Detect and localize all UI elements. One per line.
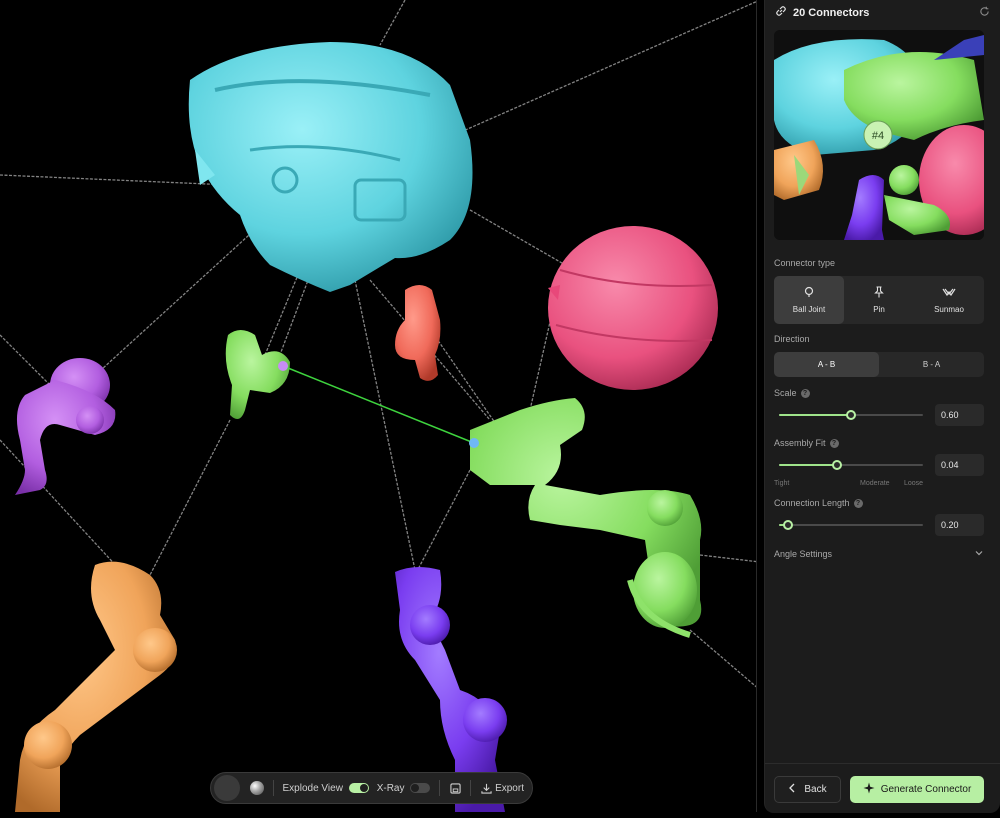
help-icon[interactable]: ? bbox=[853, 498, 863, 508]
assembly-fit-slider-fill bbox=[779, 464, 837, 466]
scale-slider-handle[interactable] bbox=[846, 410, 856, 420]
link-icon bbox=[775, 4, 787, 22]
panel-header: 20 Connectors bbox=[765, 0, 1000, 26]
help-icon[interactable]: ? bbox=[800, 388, 810, 398]
cyan-helmet-part[interactable] bbox=[188, 42, 473, 292]
angle-settings-row[interactable]: Angle Settings bbox=[774, 547, 984, 561]
direction-a-b-button[interactable]: A - B bbox=[774, 352, 879, 377]
connector-preview-image[interactable]: #4 bbox=[774, 30, 984, 240]
3d-viewport[interactable]: Explode View X-Ray Export bbox=[0, 0, 757, 812]
pin-label: Pin bbox=[873, 305, 885, 314]
pink-sphere-part[interactable] bbox=[548, 226, 718, 390]
connection-length-slider-handle[interactable] bbox=[782, 520, 793, 530]
assembly-fit-label: Assembly Fit ? bbox=[774, 438, 839, 448]
xray-toggle[interactable] bbox=[410, 783, 431, 793]
fit-tick-tight: Tight bbox=[774, 480, 790, 487]
connector-type-group: Ball Joint Pin Sunmao bbox=[774, 276, 984, 324]
direction-b-a-button[interactable]: B - A bbox=[879, 352, 984, 377]
direction-label-text: Direction bbox=[774, 334, 810, 344]
scale-slider-fill bbox=[779, 414, 851, 416]
fit-tick-loose: Loose bbox=[904, 480, 924, 487]
help-icon[interactable]: ? bbox=[829, 438, 839, 448]
scale-slider[interactable] bbox=[779, 410, 923, 420]
direction-label: Direction bbox=[774, 334, 810, 344]
toolbar-divider bbox=[470, 780, 472, 796]
generate-connector-button[interactable]: Generate Connector bbox=[850, 776, 984, 803]
sunmao-label: Sunmao bbox=[934, 305, 964, 314]
chevron-left-icon bbox=[788, 783, 796, 796]
xray-label: X-Ray bbox=[376, 782, 405, 794]
connection-length-label: Connection Length ? bbox=[774, 498, 863, 508]
toolbar-divider bbox=[439, 780, 441, 796]
scale-label-text: Scale bbox=[774, 388, 797, 398]
assembly-fit-slider-handle[interactable] bbox=[831, 460, 842, 470]
assembly-fit-label-text: Assembly Fit bbox=[774, 438, 826, 448]
exploded-model-scene[interactable] bbox=[0, 0, 757, 812]
connector-type-ball-joint[interactable]: Ball Joint bbox=[774, 276, 844, 324]
orange-arm-part[interactable] bbox=[15, 561, 177, 812]
save-icon[interactable] bbox=[449, 782, 461, 794]
refresh-icon[interactable] bbox=[979, 4, 990, 22]
chevron-down-icon bbox=[974, 548, 984, 560]
fit-tick-moderate: Moderate bbox=[860, 480, 890, 487]
scale-value-input[interactable]: 0.60 bbox=[935, 404, 984, 426]
connection-length-label-text: Connection Length bbox=[774, 498, 850, 508]
sunmao-icon bbox=[942, 286, 956, 300]
connector-settings-panel: 20 Connectors #4 Connector type Ball Joi… bbox=[764, 0, 1000, 813]
back-button[interactable]: Back bbox=[774, 776, 841, 803]
panel-footer: Back Generate Connector bbox=[765, 763, 1000, 813]
connector-type-sunmao[interactable]: Sunmao bbox=[914, 276, 984, 324]
assembly-fit-slider[interactable] bbox=[779, 460, 923, 470]
assembly-fit-value-input[interactable]: 0.04 bbox=[935, 454, 984, 476]
solid-shading-button[interactable] bbox=[214, 775, 240, 801]
angle-settings-label: Angle Settings bbox=[774, 549, 833, 559]
connection-length-slider[interactable] bbox=[779, 520, 923, 530]
download-icon bbox=[480, 782, 492, 794]
ball-joint-icon bbox=[803, 286, 815, 300]
red-joint-part[interactable] bbox=[395, 285, 441, 381]
preview-connector-badge: #4 bbox=[872, 130, 884, 142]
green-joint-part-small[interactable] bbox=[225, 330, 290, 419]
purple-arm-part[interactable] bbox=[15, 358, 116, 495]
direction-group: A - B B - A bbox=[774, 352, 984, 377]
ball-joint-label: Ball Joint bbox=[792, 305, 826, 314]
explode-view-label: Explode View bbox=[282, 782, 343, 794]
toolbar-divider bbox=[272, 780, 274, 796]
generate-connector-label: Generate Connector bbox=[880, 784, 972, 795]
export-label: Export bbox=[495, 782, 524, 794]
material-shading-button[interactable] bbox=[249, 781, 264, 795]
connection-length-value-input[interactable]: 0.20 bbox=[935, 514, 984, 536]
explode-view-toggle[interactable] bbox=[348, 783, 369, 793]
pin-icon bbox=[873, 286, 885, 300]
viewport-toolbar: Explode View X-Ray Export bbox=[210, 772, 533, 804]
green-arm-part[interactable] bbox=[470, 398, 702, 638]
connector-type-label: Connector type bbox=[774, 258, 835, 268]
connector-type-pin[interactable]: Pin bbox=[844, 276, 914, 324]
scale-label: Scale ? bbox=[774, 388, 810, 398]
active-connector-line[interactable] bbox=[278, 361, 479, 448]
panel-title: 20 Connectors bbox=[793, 7, 870, 19]
connector-type-label-text: Connector type bbox=[774, 258, 836, 268]
app-window: Explode View X-Ray Export 20 Connectors bbox=[0, 0, 1000, 818]
back-label: Back bbox=[804, 784, 827, 795]
sparkle-icon bbox=[863, 782, 875, 797]
export-button[interactable]: Export bbox=[480, 782, 524, 794]
